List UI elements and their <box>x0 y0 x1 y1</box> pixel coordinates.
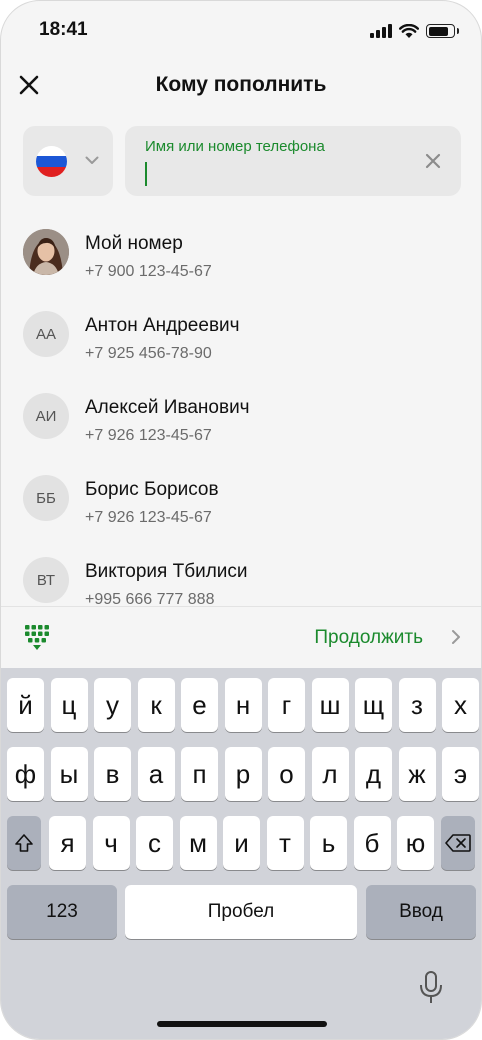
key[interactable]: м <box>179 816 217 870</box>
key[interactable]: в <box>94 747 131 801</box>
contact-name: Борис Борисов <box>85 479 219 500</box>
text-caret <box>145 162 147 186</box>
key[interactable]: ы <box>50 747 88 801</box>
key[interactable]: ж <box>398 747 436 801</box>
key[interactable]: б <box>353 816 391 870</box>
key[interactable]: з <box>398 678 436 732</box>
search-input[interactable]: Имя или номер телефона <box>125 126 461 196</box>
contact-item[interactable]: АА Антон Андреевич +7 925 456-78-90 <box>1 293 481 375</box>
contact-phone: +7 925 456-78-90 <box>85 345 212 362</box>
contact-item[interactable]: Мой номер +7 900 123-45-67 <box>1 211 481 293</box>
key[interactable]: ю <box>397 816 434 870</box>
key[interactable]: е <box>181 678 218 732</box>
page-title: Кому пополнить <box>155 73 327 96</box>
key[interactable]: ф <box>7 747 44 801</box>
enter-key[interactable]: Ввод <box>366 885 476 939</box>
battery-icon <box>426 24 459 38</box>
home-indicator <box>157 1021 327 1027</box>
flag-stripe-white <box>36 146 67 157</box>
shift-icon <box>15 834 33 852</box>
key[interactable]: н <box>224 678 262 732</box>
contact-phone: +7 926 123-45-67 <box>85 427 212 444</box>
key[interactable]: щ <box>355 678 392 732</box>
search-label: Имя или номер телефона <box>145 138 325 155</box>
phone-screen: 18:41 Кому пополнить Имя или номер телеф… <box>0 0 482 1040</box>
key[interactable]: т <box>266 816 304 870</box>
contact-phone: +7 926 123-45-67 <box>85 509 212 526</box>
key[interactable]: ь <box>310 816 347 870</box>
dial-keypad-icon[interactable] <box>25 625 49 651</box>
contact-name: Виктория Тбилиси <box>85 561 248 582</box>
contact-item[interactable]: АИ Алексей Иванович +7 926 123-45-67 <box>1 375 481 457</box>
key[interactable]: д <box>355 747 392 801</box>
key[interactable]: п <box>181 747 218 801</box>
avatar: АИ <box>23 393 69 439</box>
backspace-key[interactable] <box>441 816 475 870</box>
chevron-right-icon <box>452 630 460 644</box>
status-icons <box>370 21 459 41</box>
contact-item[interactable]: ББ Борис Борисов +7 926 123-45-67 <box>1 457 481 539</box>
key[interactable]: р <box>224 747 262 801</box>
avatar: ВТ <box>23 557 69 603</box>
key[interactable]: и <box>223 816 260 870</box>
backspace-icon <box>445 834 471 852</box>
key[interactable]: х <box>442 678 479 732</box>
contact-item[interactable]: ВТ Виктория Тбилиси +995 666 777 888 <box>1 539 481 606</box>
key[interactable]: с <box>136 816 173 870</box>
key[interactable]: ш <box>311 678 349 732</box>
space-key[interactable]: Пробел <box>125 885 357 939</box>
contact-name: Алексей Иванович <box>85 397 250 418</box>
key[interactable]: я <box>49 816 86 870</box>
key[interactable]: к <box>137 678 175 732</box>
country-selector[interactable] <box>23 126 113 196</box>
key[interactable]: о <box>268 747 305 801</box>
key[interactable]: а <box>137 747 175 801</box>
key[interactable]: ц <box>50 678 88 732</box>
keyboard: йцукенгшщзх фывапролджэ ячсмитьбю 123 Пр… <box>1 668 481 1039</box>
key[interactable]: г <box>268 678 305 732</box>
contact-name: Антон Андреевич <box>85 315 240 336</box>
key[interactable]: й <box>7 678 44 732</box>
key[interactable]: ч <box>92 816 130 870</box>
key[interactable]: э <box>442 747 479 801</box>
avatar <box>23 229 69 275</box>
contact-name: Мой номер <box>85 233 183 254</box>
avatar-photo-icon <box>23 229 69 275</box>
contact-phone: +995 666 777 888 <box>85 591 215 606</box>
contact-phone: +7 900 123-45-67 <box>85 263 212 280</box>
flag-stripe-blue <box>36 156 67 167</box>
shift-key[interactable] <box>7 816 41 870</box>
continue-button[interactable]: Продолжить <box>314 627 423 649</box>
wifi-icon <box>399 23 419 38</box>
key[interactable]: л <box>311 747 349 801</box>
key[interactable]: у <box>94 678 131 732</box>
contacts-list: Мой номер +7 900 123-45-67 АА Антон Андр… <box>1 211 481 606</box>
russia-flag-icon <box>36 146 67 177</box>
battery-level <box>428 26 449 36</box>
flag-stripe-red <box>36 166 67 177</box>
signal-icon <box>370 24 392 38</box>
avatar: АА <box>23 311 69 357</box>
numbers-key[interactable]: 123 <box>7 885 117 939</box>
avatar: ББ <box>23 475 69 521</box>
action-bar: Продолжить <box>1 606 481 669</box>
microphone-icon[interactable] <box>419 971 443 1005</box>
chevron-down-icon <box>85 156 99 164</box>
clear-icon[interactable] <box>425 153 441 169</box>
status-time: 18:41 <box>39 19 88 40</box>
